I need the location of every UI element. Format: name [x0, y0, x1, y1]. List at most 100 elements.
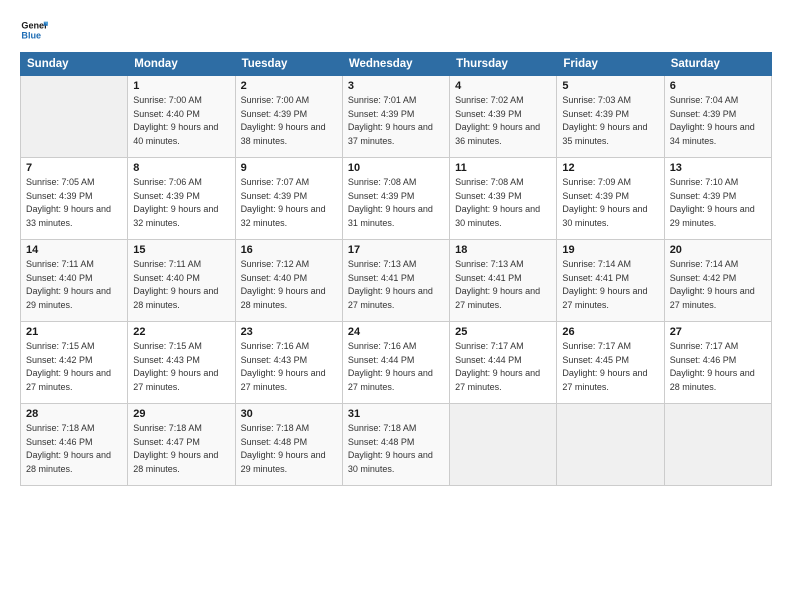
calendar-cell: 23 Sunrise: 7:16 AMSunset: 4:43 PMDaylig… — [235, 322, 342, 404]
day-number: 12 — [562, 162, 658, 174]
day-info: Sunrise: 7:17 AMSunset: 4:44 PMDaylight:… — [455, 341, 540, 392]
day-number: 3 — [348, 80, 444, 92]
calendar-cell: 19 Sunrise: 7:14 AMSunset: 4:41 PMDaylig… — [557, 240, 664, 322]
day-number: 13 — [670, 162, 766, 174]
calendar-week-row: 28 Sunrise: 7:18 AMSunset: 4:46 PMDaylig… — [21, 404, 772, 486]
day-info: Sunrise: 7:08 AMSunset: 4:39 PMDaylight:… — [348, 177, 433, 228]
day-info: Sunrise: 7:14 AMSunset: 4:41 PMDaylight:… — [562, 259, 647, 310]
calendar-cell: 25 Sunrise: 7:17 AMSunset: 4:44 PMDaylig… — [450, 322, 557, 404]
calendar-cell: 11 Sunrise: 7:08 AMSunset: 4:39 PMDaylig… — [450, 158, 557, 240]
day-number: 26 — [562, 326, 658, 338]
day-number: 14 — [26, 244, 122, 256]
day-info: Sunrise: 7:13 AMSunset: 4:41 PMDaylight:… — [348, 259, 433, 310]
day-number: 19 — [562, 244, 658, 256]
day-number: 11 — [455, 162, 551, 174]
calendar-week-row: 7 Sunrise: 7:05 AMSunset: 4:39 PMDayligh… — [21, 158, 772, 240]
weekday-header: Monday — [128, 53, 235, 76]
day-info: Sunrise: 7:16 AMSunset: 4:44 PMDaylight:… — [348, 341, 433, 392]
day-info: Sunrise: 7:07 AMSunset: 4:39 PMDaylight:… — [241, 177, 326, 228]
calendar-cell — [450, 404, 557, 486]
day-info: Sunrise: 7:17 AMSunset: 4:45 PMDaylight:… — [562, 341, 647, 392]
calendar-cell — [21, 76, 128, 158]
calendar-cell: 28 Sunrise: 7:18 AMSunset: 4:46 PMDaylig… — [21, 404, 128, 486]
day-number: 25 — [455, 326, 551, 338]
calendar-cell: 22 Sunrise: 7:15 AMSunset: 4:43 PMDaylig… — [128, 322, 235, 404]
calendar-cell: 16 Sunrise: 7:12 AMSunset: 4:40 PMDaylig… — [235, 240, 342, 322]
weekday-header: Sunday — [21, 53, 128, 76]
weekday-header: Tuesday — [235, 53, 342, 76]
calendar-cell: 7 Sunrise: 7:05 AMSunset: 4:39 PMDayligh… — [21, 158, 128, 240]
calendar-cell: 8 Sunrise: 7:06 AMSunset: 4:39 PMDayligh… — [128, 158, 235, 240]
day-number: 2 — [241, 80, 337, 92]
day-number: 5 — [562, 80, 658, 92]
calendar-cell: 17 Sunrise: 7:13 AMSunset: 4:41 PMDaylig… — [342, 240, 449, 322]
day-info: Sunrise: 7:18 AMSunset: 4:48 PMDaylight:… — [348, 423, 433, 474]
calendar-cell: 29 Sunrise: 7:18 AMSunset: 4:47 PMDaylig… — [128, 404, 235, 486]
calendar-cell: 24 Sunrise: 7:16 AMSunset: 4:44 PMDaylig… — [342, 322, 449, 404]
day-info: Sunrise: 7:00 AMSunset: 4:40 PMDaylight:… — [133, 95, 218, 146]
day-number: 31 — [348, 408, 444, 420]
calendar-cell: 3 Sunrise: 7:01 AMSunset: 4:39 PMDayligh… — [342, 76, 449, 158]
calendar-cell: 20 Sunrise: 7:14 AMSunset: 4:42 PMDaylig… — [664, 240, 771, 322]
calendar-cell: 26 Sunrise: 7:17 AMSunset: 4:45 PMDaylig… — [557, 322, 664, 404]
calendar-cell: 4 Sunrise: 7:02 AMSunset: 4:39 PMDayligh… — [450, 76, 557, 158]
day-number: 20 — [670, 244, 766, 256]
calendar-cell: 2 Sunrise: 7:00 AMSunset: 4:39 PMDayligh… — [235, 76, 342, 158]
day-number: 10 — [348, 162, 444, 174]
day-info: Sunrise: 7:13 AMSunset: 4:41 PMDaylight:… — [455, 259, 540, 310]
svg-text:Blue: Blue — [21, 30, 41, 40]
day-number: 29 — [133, 408, 229, 420]
page: General Blue SundayMondayTuesdayWednesda… — [0, 0, 792, 612]
day-info: Sunrise: 7:06 AMSunset: 4:39 PMDaylight:… — [133, 177, 218, 228]
weekday-header: Thursday — [450, 53, 557, 76]
calendar-cell: 10 Sunrise: 7:08 AMSunset: 4:39 PMDaylig… — [342, 158, 449, 240]
day-number: 8 — [133, 162, 229, 174]
day-number: 27 — [670, 326, 766, 338]
calendar-cell: 6 Sunrise: 7:04 AMSunset: 4:39 PMDayligh… — [664, 76, 771, 158]
day-info: Sunrise: 7:00 AMSunset: 4:39 PMDaylight:… — [241, 95, 326, 146]
weekday-header: Friday — [557, 53, 664, 76]
day-info: Sunrise: 7:12 AMSunset: 4:40 PMDaylight:… — [241, 259, 326, 310]
calendar-cell: 1 Sunrise: 7:00 AMSunset: 4:40 PMDayligh… — [128, 76, 235, 158]
calendar-cell: 9 Sunrise: 7:07 AMSunset: 4:39 PMDayligh… — [235, 158, 342, 240]
calendar-cell: 14 Sunrise: 7:11 AMSunset: 4:40 PMDaylig… — [21, 240, 128, 322]
calendar-week-row: 14 Sunrise: 7:11 AMSunset: 4:40 PMDaylig… — [21, 240, 772, 322]
day-info: Sunrise: 7:15 AMSunset: 4:42 PMDaylight:… — [26, 341, 111, 392]
day-info: Sunrise: 7:18 AMSunset: 4:47 PMDaylight:… — [133, 423, 218, 474]
calendar-cell — [557, 404, 664, 486]
day-number: 30 — [241, 408, 337, 420]
day-info: Sunrise: 7:02 AMSunset: 4:39 PMDaylight:… — [455, 95, 540, 146]
day-number: 9 — [241, 162, 337, 174]
day-number: 21 — [26, 326, 122, 338]
calendar-body: 1 Sunrise: 7:00 AMSunset: 4:40 PMDayligh… — [21, 76, 772, 486]
day-info: Sunrise: 7:16 AMSunset: 4:43 PMDaylight:… — [241, 341, 326, 392]
calendar-table: SundayMondayTuesdayWednesdayThursdayFrid… — [20, 52, 772, 486]
day-info: Sunrise: 7:05 AMSunset: 4:39 PMDaylight:… — [26, 177, 111, 228]
day-number: 18 — [455, 244, 551, 256]
day-number: 23 — [241, 326, 337, 338]
calendar-cell: 31 Sunrise: 7:18 AMSunset: 4:48 PMDaylig… — [342, 404, 449, 486]
day-info: Sunrise: 7:11 AMSunset: 4:40 PMDaylight:… — [133, 259, 218, 310]
logo: General Blue — [20, 16, 48, 44]
day-info: Sunrise: 7:17 AMSunset: 4:46 PMDaylight:… — [670, 341, 755, 392]
day-number: 17 — [348, 244, 444, 256]
day-info: Sunrise: 7:11 AMSunset: 4:40 PMDaylight:… — [26, 259, 111, 310]
day-number: 24 — [348, 326, 444, 338]
day-info: Sunrise: 7:14 AMSunset: 4:42 PMDaylight:… — [670, 259, 755, 310]
day-number: 6 — [670, 80, 766, 92]
day-number: 4 — [455, 80, 551, 92]
calendar-cell: 21 Sunrise: 7:15 AMSunset: 4:42 PMDaylig… — [21, 322, 128, 404]
day-info: Sunrise: 7:03 AMSunset: 4:39 PMDaylight:… — [562, 95, 647, 146]
calendar-cell: 30 Sunrise: 7:18 AMSunset: 4:48 PMDaylig… — [235, 404, 342, 486]
weekday-header: Wednesday — [342, 53, 449, 76]
logo-icon: General Blue — [20, 16, 48, 44]
calendar-cell — [664, 404, 771, 486]
day-info: Sunrise: 7:15 AMSunset: 4:43 PMDaylight:… — [133, 341, 218, 392]
day-number: 15 — [133, 244, 229, 256]
day-number: 16 — [241, 244, 337, 256]
calendar-week-row: 1 Sunrise: 7:00 AMSunset: 4:40 PMDayligh… — [21, 76, 772, 158]
day-info: Sunrise: 7:09 AMSunset: 4:39 PMDaylight:… — [562, 177, 647, 228]
calendar-cell: 15 Sunrise: 7:11 AMSunset: 4:40 PMDaylig… — [128, 240, 235, 322]
header: General Blue — [20, 16, 772, 44]
calendar-cell: 18 Sunrise: 7:13 AMSunset: 4:41 PMDaylig… — [450, 240, 557, 322]
